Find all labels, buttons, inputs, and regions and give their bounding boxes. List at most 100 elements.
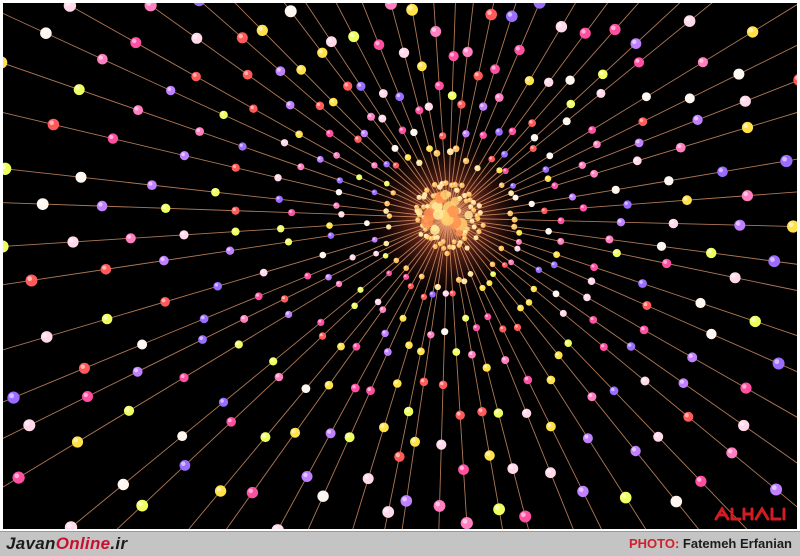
- bulb-highlight: [708, 330, 712, 334]
- light-bulb: [528, 119, 536, 127]
- light-bulb: [247, 487, 258, 498]
- light-bulb: [503, 168, 509, 174]
- bulb-highlight: [481, 133, 484, 136]
- bulb-highlight: [81, 365, 85, 369]
- bulb-highlight: [400, 128, 403, 131]
- bulb-highlight: [568, 101, 571, 104]
- bulb-highlight: [570, 195, 573, 198]
- light-bulb: [490, 64, 500, 74]
- light-bulb: [439, 132, 446, 139]
- light-bulb: [447, 148, 454, 155]
- bulb-highlight: [326, 382, 329, 385]
- light-bulb: [653, 432, 663, 442]
- light-bulb: [676, 143, 686, 153]
- bulb-highlight: [457, 244, 459, 246]
- light-bulb: [329, 98, 338, 107]
- light-bulb: [316, 102, 325, 111]
- bulb-highlight: [417, 196, 419, 198]
- bulb-highlight: [465, 199, 467, 201]
- bulb-highlight: [334, 153, 337, 156]
- bulb-highlight: [589, 127, 592, 130]
- light-bulb: [457, 100, 465, 108]
- light-bulb: [37, 198, 49, 210]
- bulb-highlight: [472, 225, 474, 227]
- bulb-highlight: [132, 39, 136, 43]
- watermark-logo: [712, 503, 792, 525]
- light-bulb: [337, 343, 345, 351]
- bulb-highlight: [433, 183, 435, 185]
- light-bulb: [180, 460, 191, 471]
- bulb-highlight: [167, 87, 171, 91]
- light-bulb: [177, 431, 187, 441]
- bulb-highlight: [418, 349, 421, 352]
- bulb-highlight: [385, 202, 387, 204]
- bulb-highlight: [278, 226, 281, 229]
- light-bulb: [605, 235, 613, 243]
- light-bulb: [569, 193, 576, 200]
- light-bulb: [479, 102, 487, 110]
- bulb-highlight: [404, 266, 406, 268]
- bulb-highlight: [181, 152, 185, 156]
- bulb-highlight: [643, 94, 647, 98]
- light-bulb: [67, 236, 78, 247]
- light-bulb: [400, 315, 407, 322]
- light-bulb: [490, 271, 496, 277]
- bulb-highlight: [502, 152, 505, 155]
- bulb-highlight: [388, 214, 390, 216]
- light-bulb: [118, 479, 129, 490]
- bulb-highlight: [394, 163, 397, 166]
- light-bulb: [770, 484, 782, 496]
- bulb-highlight: [444, 181, 446, 183]
- light-bulb: [474, 165, 480, 171]
- bulb-highlight: [440, 182, 442, 184]
- bulb-highlight: [350, 33, 354, 37]
- light-bulb: [734, 220, 745, 231]
- light-bulb: [695, 298, 705, 308]
- light-bulb: [160, 297, 170, 307]
- light-bulb: [459, 183, 465, 189]
- light-bulb: [7, 392, 19, 404]
- light-bulb: [161, 204, 170, 213]
- bulb-highlight: [329, 233, 332, 236]
- bulb-highlight: [469, 352, 472, 355]
- bulb-highlight: [509, 191, 511, 193]
- bulb-highlight: [292, 429, 296, 433]
- light-bulb: [417, 61, 427, 71]
- light-bulb: [432, 182, 438, 188]
- bulb-highlight: [658, 243, 662, 247]
- bulb-highlight: [484, 365, 487, 368]
- light-bulb: [102, 314, 113, 325]
- bulb-highlight: [521, 512, 526, 517]
- bulb-highlight: [581, 205, 584, 208]
- bulb-highlight: [84, 393, 88, 397]
- bulb-highlight: [625, 202, 628, 205]
- light-bulb: [641, 377, 650, 386]
- light-bulb: [596, 89, 605, 98]
- light-bulb: [394, 258, 400, 264]
- light-bulb: [302, 471, 313, 482]
- bulb-highlight: [736, 221, 740, 225]
- light-bulb: [456, 411, 465, 420]
- light-bulb: [317, 48, 327, 58]
- bulb-highlight: [438, 242, 440, 244]
- light-bulb: [730, 272, 741, 283]
- bulb-highlight: [463, 131, 466, 134]
- bulb-highlight: [589, 394, 593, 398]
- light-bulb: [76, 172, 87, 183]
- light-bulb: [447, 244, 452, 249]
- bulb-highlight: [277, 68, 281, 72]
- light-bulb: [524, 376, 533, 385]
- bulb-highlight: [731, 274, 735, 278]
- light-bulb: [383, 161, 389, 167]
- bulb-highlight: [685, 413, 689, 417]
- bulb-highlight: [474, 325, 477, 328]
- light-bulb: [399, 127, 407, 135]
- light-bulb: [361, 130, 368, 137]
- bulb-highlight: [517, 240, 519, 242]
- bulb-highlight: [385, 182, 387, 184]
- bulb-highlight: [282, 296, 285, 299]
- light-bulb: [514, 324, 521, 331]
- bulb-highlight: [774, 359, 779, 364]
- light-bulb: [336, 281, 342, 287]
- light-bulb: [514, 45, 524, 55]
